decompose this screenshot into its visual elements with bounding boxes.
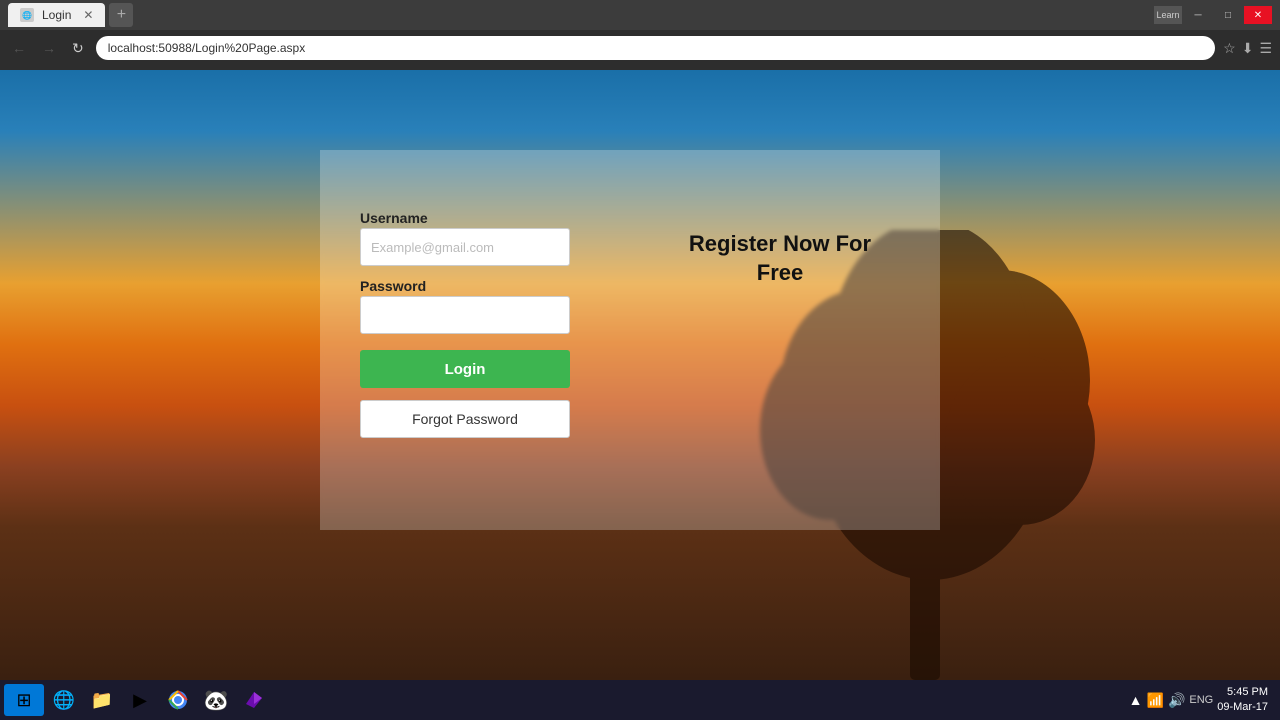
username-label: Username	[360, 210, 580, 226]
ie-icon[interactable]: 🌐	[46, 684, 82, 716]
login-form: Username Password Login Forgot Password	[320, 150, 620, 530]
media-player-icon[interactable]: ▶	[122, 684, 158, 716]
login-button[interactable]: Login	[360, 350, 570, 388]
system-clock[interactable]: 5:45 PM 09-Mar-17	[1217, 685, 1268, 716]
input-method-icon: ENG	[1189, 694, 1213, 706]
menu-icon[interactable]: ☰	[1259, 40, 1272, 57]
address-icons: ☆ ⬇ ☰	[1223, 40, 1272, 57]
maximize-btn[interactable]: □	[1214, 6, 1242, 24]
download-icon[interactable]: ⬇	[1242, 40, 1254, 57]
start-button[interactable]: ⊞	[4, 684, 44, 716]
network-icon[interactable]: 📶	[1147, 692, 1164, 709]
url-input[interactable]	[96, 36, 1215, 60]
clock-time: 5:45 PM	[1217, 685, 1268, 700]
visual-studio-icon[interactable]	[236, 684, 272, 716]
taskbar: ⊞ 🌐 📁 ▶ 🐼 ▲ 📶 🔊 ENG 5:45 PM 09-Mar-17	[0, 680, 1280, 720]
back-btn[interactable]: ←	[8, 38, 30, 58]
close-btn[interactable]: ✕	[1244, 6, 1272, 24]
refresh-btn[interactable]: ↻	[68, 38, 88, 59]
login-panel: Username Password Login Forgot Password …	[320, 150, 940, 530]
system-tray-icons: ▲ 📶 🔊 ENG	[1129, 692, 1214, 709]
taskbar-right: ▲ 📶 🔊 ENG 5:45 PM 09-Mar-17	[1129, 685, 1276, 716]
new-tab-btn[interactable]: +	[109, 3, 133, 27]
show-hidden-icon[interactable]: ▲	[1129, 692, 1143, 708]
browser-tab[interactable]: 🌐 Login ✕	[8, 3, 105, 27]
minimize-btn[interactable]: ─	[1184, 6, 1212, 24]
file-explorer-icon[interactable]: 📁	[84, 684, 120, 716]
password-input[interactable]	[360, 296, 570, 334]
forward-btn[interactable]: →	[38, 38, 60, 58]
tab-close-btn[interactable]: ✕	[83, 8, 93, 22]
window-controls: Learn ─ □ ✕	[1154, 6, 1272, 24]
chrome-icon[interactable]	[160, 684, 196, 716]
username-input[interactable]	[360, 228, 570, 266]
speaker-icon[interactable]: 🔊	[1168, 692, 1185, 709]
learn-btn[interactable]: Learn	[1154, 6, 1182, 24]
forgot-password-button[interactable]: Forgot Password	[360, 400, 570, 438]
tab-favicon: 🌐	[20, 8, 34, 22]
address-bar: ← → ↻ ☆ ⬇ ☰	[0, 30, 1280, 66]
page-background: Username Password Login Forgot Password …	[0, 70, 1280, 680]
clock-date: 09-Mar-17	[1217, 700, 1268, 715]
bookmark-star-icon[interactable]: ☆	[1223, 40, 1236, 57]
register-text: Register Now For Free	[689, 230, 871, 287]
panda-icon[interactable]: 🐼	[198, 684, 234, 716]
password-label: Password	[360, 278, 580, 294]
browser-chrome: 🌐 Login ✕ + Learn ─ □ ✕ ← → ↻ ☆ ⬇ ☰	[0, 0, 1280, 70]
tab-title: Login	[42, 8, 71, 22]
title-bar: 🌐 Login ✕ + Learn ─ □ ✕	[0, 0, 1280, 30]
register-section: Register Now For Free	[620, 150, 940, 530]
